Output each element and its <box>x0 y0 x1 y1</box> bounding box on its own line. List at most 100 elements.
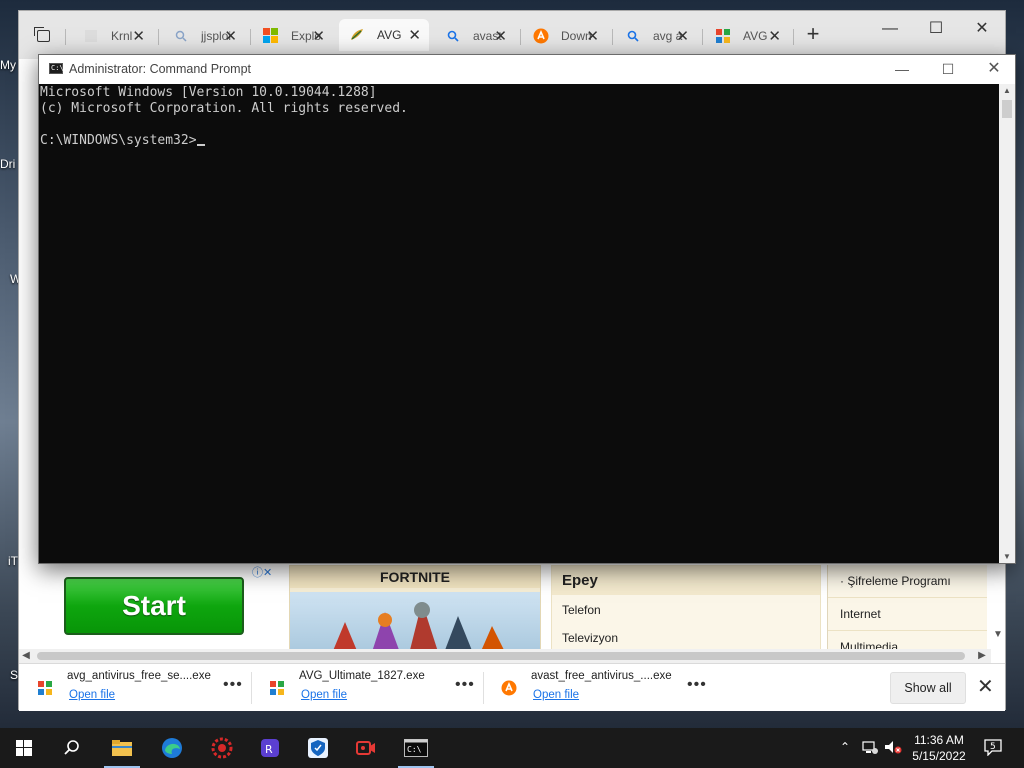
scrollbar-thumb[interactable] <box>1002 100 1012 118</box>
download-item[interactable]: avast_free_antivirus_....exe Open file •… <box>483 664 717 712</box>
cmd-console[interactable]: Microsoft Windows [Version 10.0.19044.12… <box>39 84 999 563</box>
minimize-button[interactable]: — <box>867 15 913 43</box>
tab-separator <box>158 29 159 45</box>
network-icon[interactable] <box>862 740 878 757</box>
tab-avast-search[interactable]: avast ✕ <box>435 23 515 49</box>
desktop-icon-label[interactable]: My <box>0 58 16 72</box>
more-options-icon[interactable]: ••• <box>455 676 475 694</box>
purple-app-icon: R <box>261 739 279 757</box>
category-sidebar: · Şifreleme Programı Internet Multimedia <box>827 565 987 657</box>
new-tab-button[interactable]: + <box>801 23 825 47</box>
tab-separator <box>520 29 521 45</box>
text-cursor <box>196 144 205 146</box>
close-window-button[interactable]: ✕ <box>959 15 1005 43</box>
antivirus-app-button[interactable] <box>198 728 246 768</box>
more-options-icon[interactable]: ••• <box>223 676 243 694</box>
console-prompt: C:\WINDOWS\system32> <box>40 133 197 148</box>
scroll-left-arrow-icon[interactable]: ◀ <box>19 649 33 663</box>
command-prompt-window[interactable]: C:\ Administrator: Command Prompt — ☐ ✕ … <box>38 54 1016 564</box>
cmd-minimize-button[interactable]: — <box>879 55 925 84</box>
more-options-icon[interactable]: ••• <box>687 676 707 694</box>
tab-strip: Krnl ✕ jjsploit ✕ Explorer ✕ AVG ✕ avast… <box>19 11 1005 59</box>
folder-icon <box>112 740 132 756</box>
desktop-icon-label[interactable]: Dri <box>0 157 15 171</box>
cmd-window-title: Administrator: Command Prompt <box>69 62 252 76</box>
cmd-icon: C:\ <box>49 63 64 74</box>
close-tab-icon[interactable]: ✕ <box>408 26 421 44</box>
scroll-down-arrow-icon[interactable]: ▼ <box>993 629 1003 640</box>
start-button[interactable] <box>0 728 48 768</box>
video-app-button[interactable] <box>342 728 390 768</box>
close-tab-icon[interactable]: ✕ <box>586 27 599 45</box>
close-downloads-icon[interactable]: ✕ <box>977 674 994 699</box>
tab-avg-search[interactable]: avg a ✕ <box>615 23 697 49</box>
cmd-title-bar[interactable]: C:\ Administrator: Command Prompt — ☐ ✕ <box>39 55 1015 84</box>
scroll-up-arrow-icon[interactable]: ▲ <box>999 86 1015 95</box>
tab-separator <box>612 29 613 45</box>
tab-krnl[interactable]: Krnl ✕ <box>73 23 153 49</box>
category-link[interactable]: · Şifreleme Programı <box>828 565 987 598</box>
show-all-button[interactable]: Show all <box>890 672 966 704</box>
file-explorer-button[interactable] <box>98 728 146 768</box>
ad-info-icon[interactable]: ⓘ✕ <box>252 564 272 580</box>
notification-center-icon[interactable]: 5 <box>984 738 1002 757</box>
purple-app-button[interactable]: R <box>246 728 294 768</box>
downloads-bar: avg_antivirus_free_se....exe Open file •… <box>19 663 1005 711</box>
clock-date: 5/15/2022 <box>912 749 966 763</box>
category-link[interactable]: Internet <box>828 598 987 631</box>
tab-download[interactable]: Download ✕ <box>523 23 607 49</box>
start-download-ad-button[interactable]: Start <box>64 577 244 635</box>
maximize-button[interactable]: ☐ <box>913 15 959 43</box>
svg-text:C:\: C:\ <box>407 745 422 754</box>
search-icon <box>625 28 641 44</box>
close-tab-icon[interactable]: ✕ <box>494 27 507 45</box>
edge-button[interactable] <box>148 728 196 768</box>
horizontal-scrollbar[interactable]: ◀ ▶ <box>19 649 991 663</box>
close-tab-icon[interactable]: ✕ <box>224 27 237 45</box>
microsoft-icon <box>263 28 279 44</box>
desktop-icon-label[interactable]: iT <box>8 554 18 568</box>
close-tab-icon[interactable]: ✕ <box>132 27 145 45</box>
download-item[interactable]: AVG_Ultimate_1827.exe Open file ••• <box>251 664 485 712</box>
cmd-taskbar-button[interactable]: C:\ <box>392 728 440 768</box>
avg-icon <box>269 680 285 696</box>
open-file-link[interactable]: Open file <box>533 689 579 701</box>
tab-separator <box>65 29 66 45</box>
cmd-maximize-button[interactable]: ☐ <box>925 55 971 84</box>
system-clock[interactable]: 11:36 AM 5/15/2022 <box>906 732 972 764</box>
scrollbar-thumb[interactable] <box>37 652 965 660</box>
scroll-down-arrow-icon[interactable]: ▼ <box>999 552 1015 561</box>
tab-actions-icon <box>33 27 50 42</box>
epey-link[interactable]: Telefon <box>552 595 820 617</box>
fortnite-title: FORTNITE <box>290 566 540 588</box>
close-tab-icon[interactable]: ✕ <box>676 27 689 45</box>
tab-separator <box>793 29 794 45</box>
edge-icon <box>162 738 182 758</box>
download-filename: avg_antivirus_free_se....exe <box>67 670 211 682</box>
tab-actions-button[interactable] <box>29 25 57 47</box>
tab-explorer[interactable]: Explorer ✕ <box>253 23 333 49</box>
open-file-link[interactable]: Open file <box>301 689 347 701</box>
shield-app-button[interactable] <box>294 728 342 768</box>
tab-avg-active[interactable]: AVG ✕ <box>339 19 429 51</box>
download-item[interactable]: avg_antivirus_free_se....exe Open file •… <box>19 664 253 712</box>
avast-icon <box>533 28 549 44</box>
search-button[interactable] <box>48 728 96 768</box>
cmd-close-button[interactable]: ✕ <box>971 55 1017 84</box>
download-filename: AVG_Ultimate_1827.exe <box>299 670 425 682</box>
scroll-right-arrow-icon[interactable]: ▶ <box>975 649 989 663</box>
epey-link[interactable]: Televizyon <box>552 617 820 645</box>
close-tab-icon[interactable]: ✕ <box>768 27 781 45</box>
tab-avg[interactable]: AVG ✕ <box>705 23 789 49</box>
cmd-vertical-scrollbar[interactable]: ▲ ▼ <box>999 84 1015 563</box>
open-file-link[interactable]: Open file <box>69 689 115 701</box>
svg-text:R: R <box>265 743 273 756</box>
desktop-icon-label[interactable]: S <box>10 668 18 682</box>
fortnite-image <box>290 592 540 656</box>
chevron-up-icon[interactable]: ⌃ <box>840 740 850 754</box>
volume-muted-icon[interactable] <box>884 740 902 757</box>
fortnite-panel[interactable]: FORTNITE <box>289 565 541 657</box>
close-tab-icon[interactable]: ✕ <box>312 27 325 45</box>
tab-jjsploit[interactable]: jjsploit ✕ <box>163 23 245 49</box>
console-line: (c) Microsoft Corporation. All rights re… <box>40 101 408 116</box>
